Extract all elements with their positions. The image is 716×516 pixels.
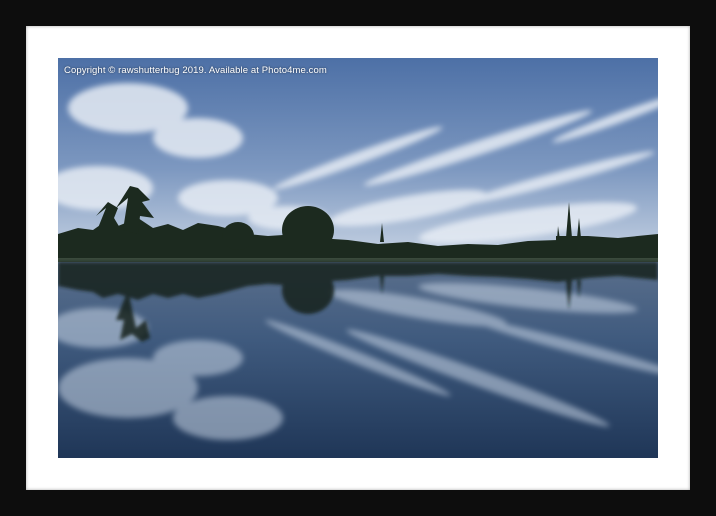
- photograph: Copyright © rawshutterbug 2019. Availabl…: [58, 58, 658, 458]
- copyright-watermark: Copyright © rawshutterbug 2019. Availabl…: [64, 65, 327, 76]
- shoreline: [58, 258, 658, 262]
- lake-scene: [58, 58, 658, 458]
